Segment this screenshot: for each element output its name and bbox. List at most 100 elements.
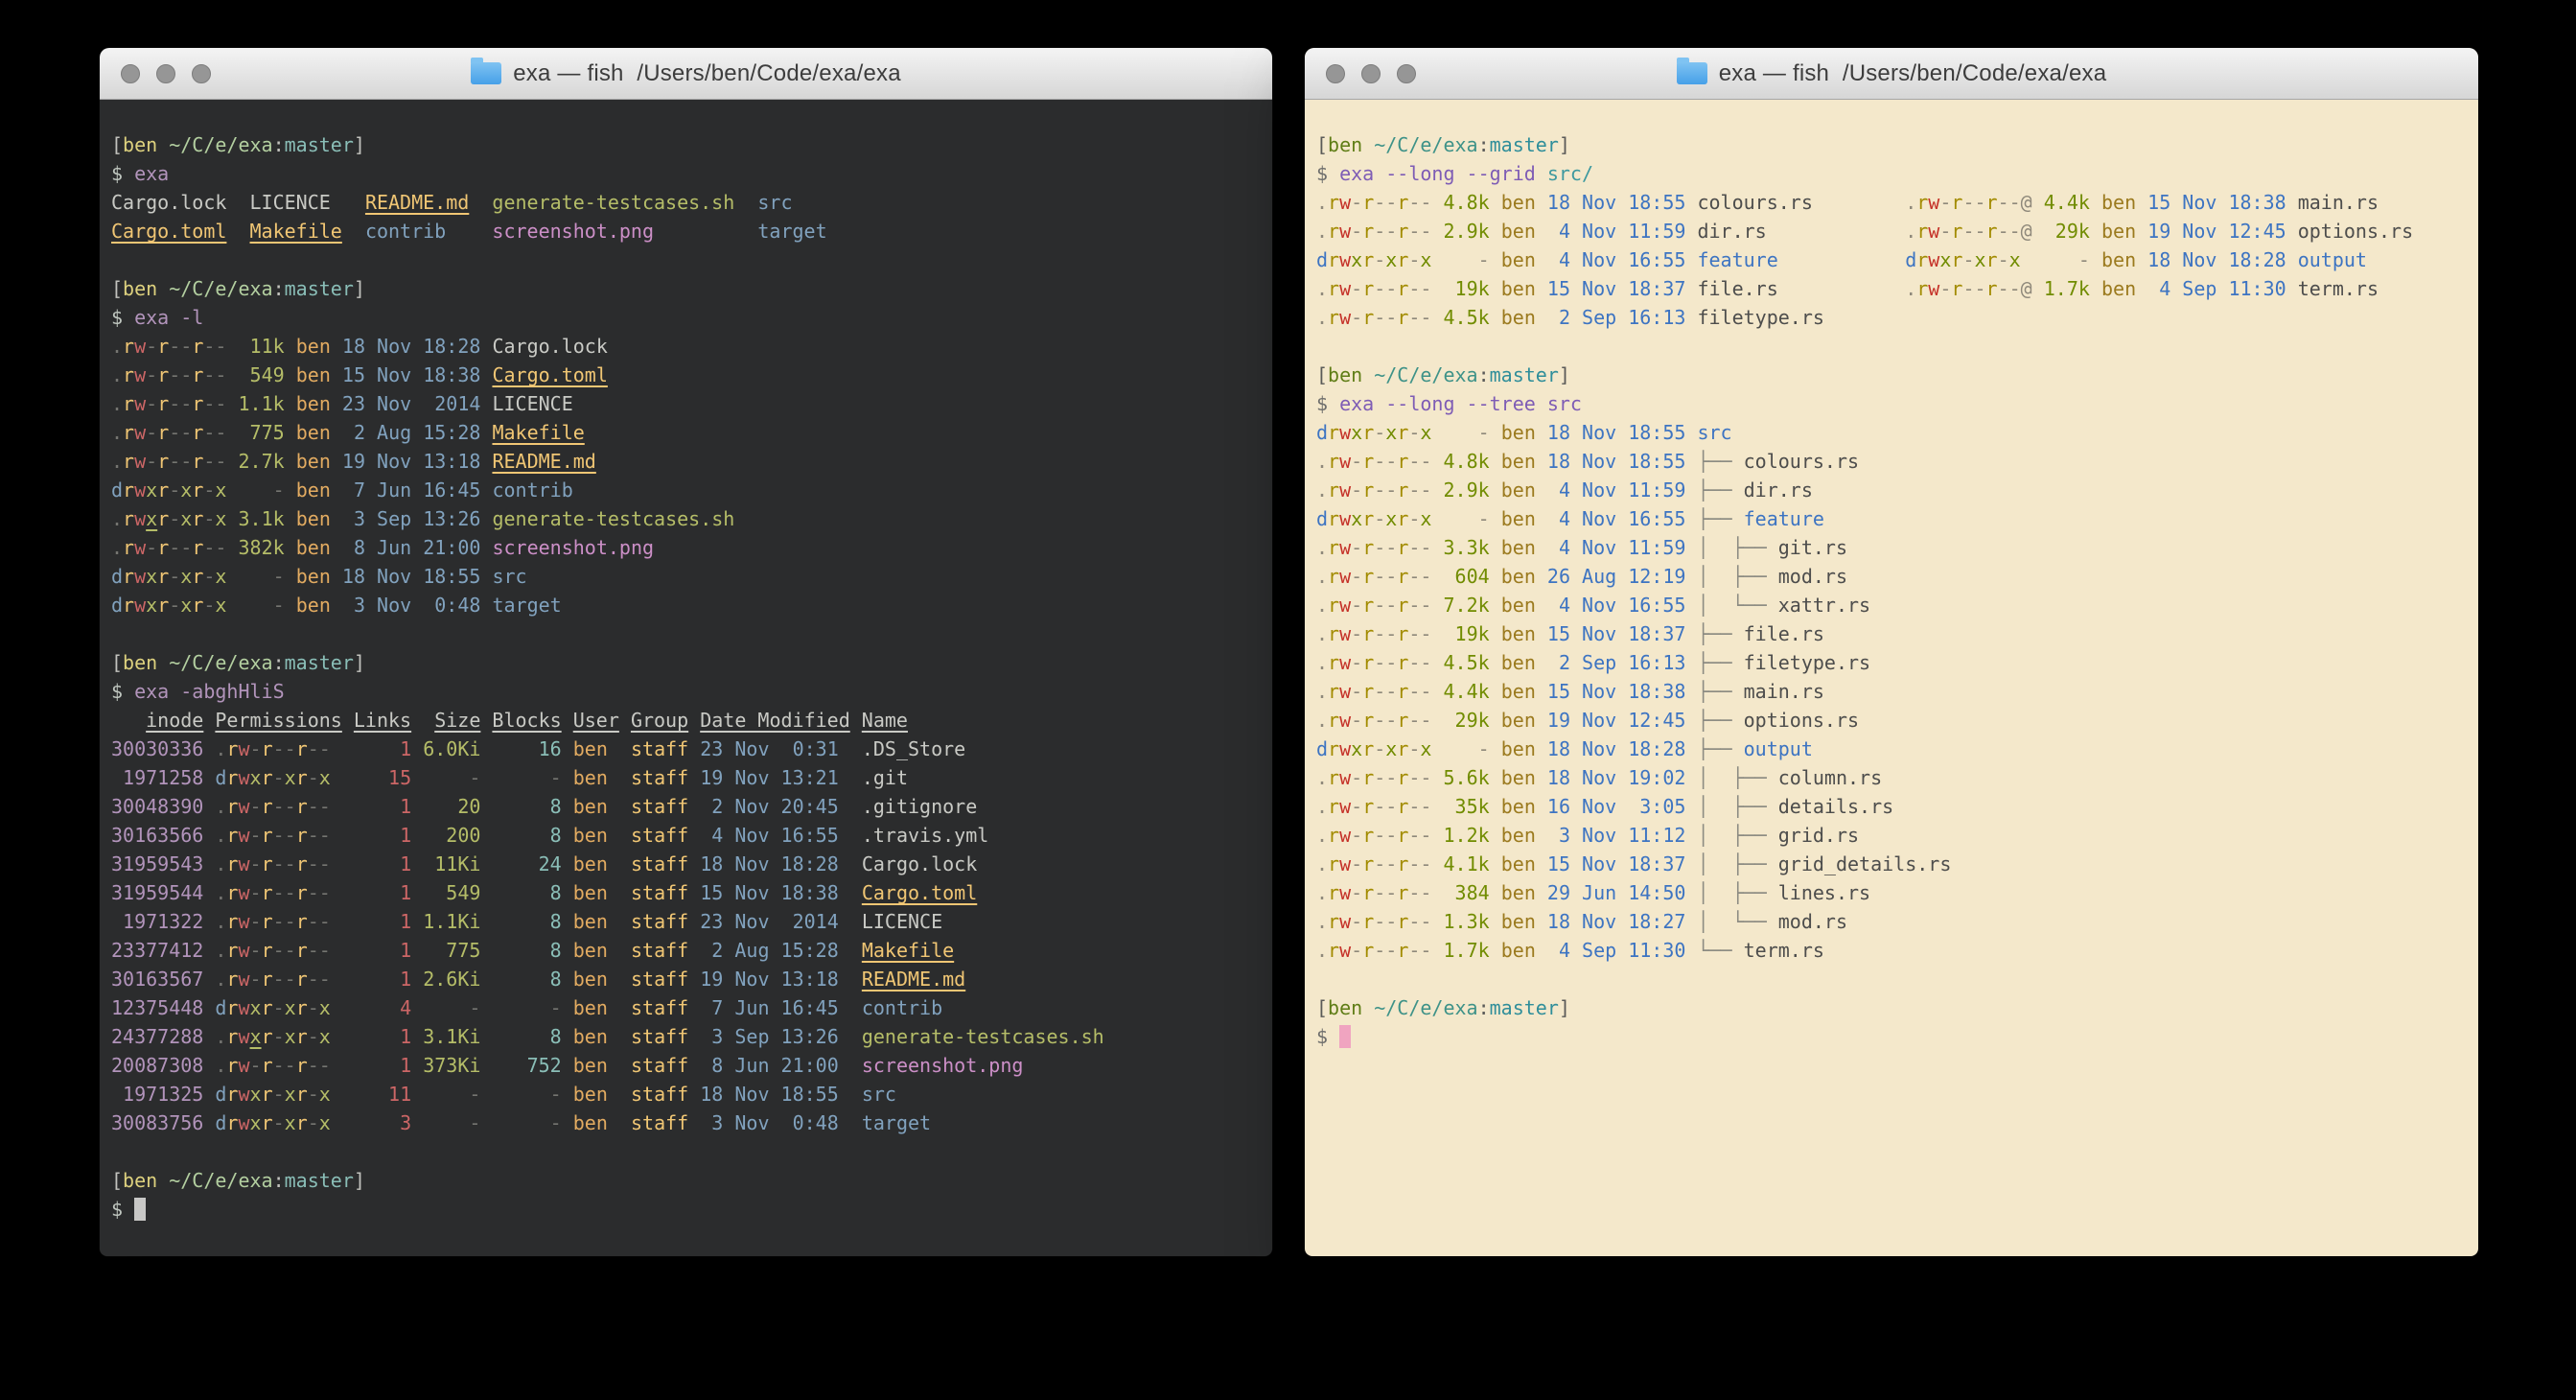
- permissions: .rwxr-xr-x: [111, 507, 226, 530]
- permissions: .rw-r--r--: [1316, 594, 1431, 617]
- permissions: .rw-r--r--: [1316, 536, 1431, 559]
- terminal-line: .rw-r--r-- 2.7k ben 19 Nov 13:18 README.…: [111, 447, 1261, 476]
- permissions: .rw-r--r--: [215, 939, 330, 962]
- titlebar[interactable]: exa — fish /Users/ben/Code/exa/exa: [100, 48, 1272, 100]
- terminal-line: [ben ~/C/e/exa:master]: [111, 274, 1261, 303]
- permissions: .rw-r--r--: [1316, 622, 1431, 645]
- terminal-line: [111, 619, 1261, 648]
- terminal-line: .rw-r--r-- 4.1k ben 15 Nov 18:37 │ ├── g…: [1316, 850, 2467, 878]
- terminal-content[interactable]: [ben ~/C/e/exa:master] $ exa --long --gri…: [1305, 100, 2478, 1051]
- terminal-line: .rw-r--r-- 382k ben 8 Jun 21:00 screensh…: [111, 533, 1261, 562]
- titlebar[interactable]: exa — fish /Users/ben/Code/exa/exa: [1305, 48, 2478, 100]
- terminal-line: 31959543 .rw-r--r-- 1 11Ki 24 ben staff …: [111, 850, 1261, 878]
- permissions: .rw-r--r--: [1316, 450, 1431, 473]
- terminal-line: [111, 1137, 1261, 1166]
- title-group: exa — fish /Users/ben/Code/exa/exa: [100, 48, 1272, 99]
- terminal-line: [ben ~/C/e/exa:master]: [1316, 993, 2467, 1022]
- permissions: .rw-r--r--: [1316, 478, 1431, 502]
- terminal-line: .rw-r--r-- 4.5k ben 2 Sep 16:13 ├── file…: [1316, 648, 2467, 677]
- terminal-line: 30083756 drwxr-xr-x 3 - - ben staff 3 No…: [111, 1108, 1261, 1137]
- terminal-line: 31959544 .rw-r--r-- 1 549 8 ben staff 15…: [111, 878, 1261, 907]
- permissions: .rwxr-xr-x: [215, 1025, 330, 1048]
- terminal-line: .rw-r--r-- 4.8k ben 18 Nov 18:55 colours…: [1316, 188, 2467, 217]
- title-group: exa — fish /Users/ben/Code/exa/exa: [1305, 48, 2478, 99]
- permissions: .rw-r--r--: [215, 1054, 330, 1077]
- terminal-line: 24377288 .rwxr-xr-x 1 3.1Ki 8 ben staff …: [111, 1022, 1261, 1051]
- permissions: drwxr-xr-x: [1905, 248, 2020, 271]
- terminal-line: 1971325 drwxr-xr-x 11 - - ben staff 18 N…: [111, 1080, 1261, 1108]
- terminal-line: .rw-r--r-- 11k ben 18 Nov 18:28 Cargo.lo…: [111, 332, 1261, 361]
- terminal-line: .rw-r--r-- 19k ben 15 Nov 18:37 ├── file…: [1316, 619, 2467, 648]
- terminal-line: .rw-r--r-- 19k ben 15 Nov 18:37 file.rs …: [1316, 274, 2467, 303]
- permissions: .rw-r--r--: [215, 824, 330, 847]
- terminal-line: .rw-r--r-- 3.3k ben 4 Nov 11:59 │ ├── gi…: [1316, 533, 2467, 562]
- window-title: exa — fish /Users/ben/Code/exa/exa: [1719, 60, 2107, 87]
- terminal-line: $: [1316, 1022, 2467, 1051]
- permissions: .rw-r--r--: [215, 737, 330, 760]
- permissions: .rw-r--r--: [111, 363, 226, 386]
- folder-icon: [1677, 62, 1707, 84]
- terminal-line: .rw-r--r-- 4.4k ben 15 Nov 18:38 ├── mai…: [1316, 677, 2467, 706]
- terminal-line: 23377412 .rw-r--r-- 1 775 8 ben staff 2 …: [111, 936, 1261, 965]
- terminal-line: .rw-r--r-- 35k ben 16 Nov 3:05 │ ├── det…: [1316, 792, 2467, 821]
- terminal-line: inode Permissions Links Size Blocks User…: [111, 706, 1261, 735]
- terminal-line: Cargo.toml Makefile contrib screenshot.p…: [111, 217, 1261, 245]
- permissions: .rw-r--r--: [111, 335, 226, 358]
- terminal-line: .rw-r--r-- 1.7k ben 4 Sep 11:30 └── term…: [1316, 936, 2467, 965]
- permissions: .rw-r--r--: [111, 421, 226, 444]
- permissions: drwxr-xr-x: [215, 1111, 330, 1134]
- permissions: .rw-r--r--: [215, 852, 330, 875]
- terminal-line: .rw-r--r-- 29k ben 19 Nov 12:45 ├── opti…: [1316, 706, 2467, 735]
- terminal-window-right: exa — fish /Users/ben/Code/exa/exa [ben …: [1305, 48, 2478, 1256]
- permissions: .rw-r--r--: [1316, 191, 1431, 214]
- terminal-line: .rw-r--r-- 4.5k ben 2 Sep 16:13 filetype…: [1316, 303, 2467, 332]
- terminal-line: $ exa --long --tree src: [1316, 389, 2467, 418]
- permissions: drwxr-xr-x: [111, 594, 226, 617]
- permissions: .rw-r--r--: [1316, 910, 1431, 933]
- terminal-line: .rw-r--r-- 1.2k ben 3 Nov 11:12 │ ├── gr…: [1316, 821, 2467, 850]
- permissions: .rw-r--r--: [215, 881, 330, 904]
- terminal-line: .rw-r--r-- 2.9k ben 4 Nov 11:59 dir.rs .…: [1316, 217, 2467, 245]
- terminal-line: [ben ~/C/e/exa:master]: [1316, 361, 2467, 389]
- terminal-line: drwxr-xr-x - ben 18 Nov 18:55 src: [111, 562, 1261, 591]
- terminal-line: .rw-r--r-- 4.8k ben 18 Nov 18:55 ├── col…: [1316, 447, 2467, 476]
- permissions: drwxr-xr-x: [215, 766, 330, 789]
- terminal-line: .rw-r--r-- 604 ben 26 Aug 12:19 │ ├── mo…: [1316, 562, 2467, 591]
- permissions: .rw-r--r--: [1316, 709, 1431, 732]
- permissions: .rw-r--r--: [111, 536, 226, 559]
- permissions: drwxr-xr-x: [215, 1083, 330, 1106]
- terminal-line: .rw-r--r-- 2.9k ben 4 Nov 11:59 ├── dir.…: [1316, 476, 2467, 504]
- terminal-window-left: exa — fish /Users/ben/Code/exa/exa [ben …: [100, 48, 1272, 1256]
- permissions: .rw-r--r--: [1316, 824, 1431, 847]
- permissions: .rw-r--r--: [1316, 277, 1431, 300]
- terminal-line: drwxr-xr-x - ben 18 Nov 18:28 ├── output: [1316, 735, 2467, 763]
- permissions: drwxr-xr-x: [111, 565, 226, 588]
- permissions: drwxr-xr-x: [215, 996, 330, 1019]
- permissions: .rw-r--r--: [1316, 651, 1431, 674]
- permissions: drwxr-xr-x: [1316, 737, 1431, 760]
- terminal-line: Cargo.lock LICENCE README.md generate-te…: [111, 188, 1261, 217]
- terminal-line: .rw-r--r-- 549 ben 15 Nov 18:38 Cargo.to…: [111, 361, 1261, 389]
- terminal-line: drwxr-xr-x - ben 3 Nov 0:48 target: [111, 591, 1261, 619]
- terminal-line: 30163567 .rw-r--r-- 1 2.6Ki 8 ben staff …: [111, 965, 1261, 993]
- permissions: .rw-r--r--@: [1905, 220, 2032, 243]
- terminal-line: drwxr-xr-x - ben 7 Jun 16:45 contrib: [111, 476, 1261, 504]
- permissions: .rw-r--r--: [1316, 680, 1431, 703]
- terminal-line: $ exa --long --grid src/: [1316, 159, 2467, 188]
- block-cursor: [1339, 1025, 1351, 1048]
- desktop-background: { "title": { "text": "exa — fish /Users/…: [0, 0, 2576, 1400]
- terminal-line: 12375448 drwxr-xr-x 4 - - ben staff 7 Ju…: [111, 993, 1261, 1022]
- permissions: .rw-r--r--: [1316, 565, 1431, 588]
- terminal-line: .rw-r--r-- 5.6k ben 18 Nov 19:02 │ ├── c…: [1316, 763, 2467, 792]
- window-title: exa — fish /Users/ben/Code/exa/exa: [513, 60, 901, 87]
- terminal-line: [1316, 965, 2467, 993]
- terminal-line: .rw-r--r-- 775 ben 2 Aug 15:28 Makefile: [111, 418, 1261, 447]
- terminal-line: .rw-r--r-- 384 ben 29 Jun 14:50 │ ├── li…: [1316, 878, 2467, 907]
- permissions: .rw-r--r--: [215, 795, 330, 818]
- terminal-content[interactable]: [ben ~/C/e/exa:master]$ exaCargo.lock LI…: [100, 100, 1272, 1224]
- terminal-line: 20087308 .rw-r--r-- 1 373Ki 752 ben staf…: [111, 1051, 1261, 1080]
- terminal-line: drwxr-xr-x - ben 4 Nov 16:55 feature drw…: [1316, 245, 2467, 274]
- permissions: .rw-r--r--: [1316, 881, 1431, 904]
- permissions: drwxr-xr-x: [111, 478, 226, 502]
- permissions: drwxr-xr-x: [1316, 248, 1431, 271]
